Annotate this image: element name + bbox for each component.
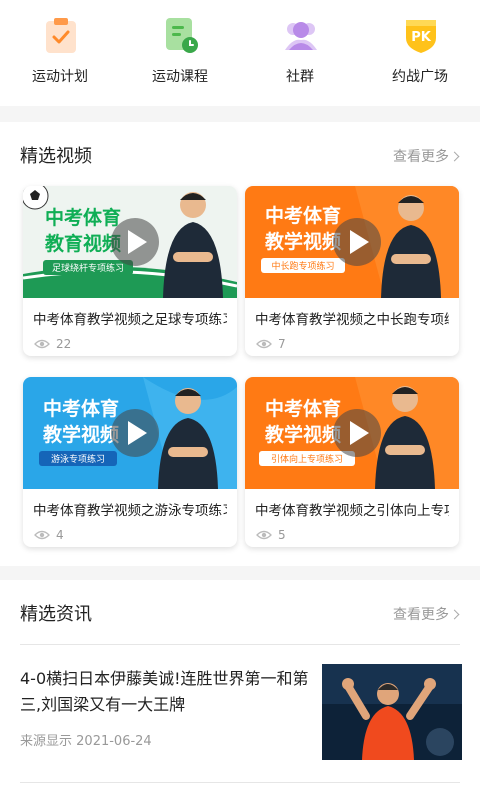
- video-title: 中考体育教学视频之足球专项练习: [33, 312, 227, 328]
- play-icon: [111, 409, 159, 457]
- view-count-value: 7: [278, 337, 286, 351]
- featured-news-section: 精选资讯 查看更多 4-0横扫日本伊藤美诚!连胜世界第一和第三,刘国梁又有一大王…: [0, 580, 480, 800]
- eye-icon: [256, 530, 272, 540]
- section-title: 精选视频: [20, 146, 92, 167]
- view-count: 7: [256, 337, 286, 351]
- video-thumbnail: 中考体育 教学视频 游泳专项练习: [23, 377, 237, 489]
- thumb-tag: 中长跑专项练习: [271, 260, 334, 272]
- pk-shield-icon: PK: [406, 20, 436, 53]
- nav-community[interactable]: 社群: [240, 0, 360, 106]
- play-icon: [333, 218, 381, 266]
- nav-label: 运动课程: [152, 69, 208, 85]
- news-date: 2021-06-24: [76, 734, 152, 749]
- eye-icon: [34, 339, 50, 349]
- news-meta: 来源显示 2021-06-24: [20, 730, 152, 749]
- news-title: 4-0横扫日本伊藤美诚!连胜世界第一和第三,刘国梁又有一大王牌: [20, 669, 309, 714]
- video-thumbnail: 中考体育 教学视频 引体向上专项练习: [245, 377, 459, 489]
- thumb-text-line1: 中考体育: [43, 397, 119, 420]
- thumb-text-line2: 教育视频: [45, 232, 121, 255]
- view-count: 22: [34, 337, 71, 351]
- news-source: 来源显示: [20, 734, 73, 749]
- view-count-value: 5: [278, 528, 286, 542]
- play-icon: [111, 218, 159, 266]
- view-count: 5: [256, 528, 286, 542]
- chevron-right-icon: [449, 609, 460, 620]
- clipboard-check-icon: [46, 18, 76, 53]
- video-card[interactable]: 中考体育 教育视频 足球绕杆专项练习 中考体育教学视频之足球专项练习 22: [23, 186, 237, 356]
- thumb-text-line2: 教学视频: [43, 423, 119, 446]
- nav-challenge-square[interactable]: PK 约战广场: [360, 0, 480, 106]
- video-card[interactable]: 中考体育 教学视频 中长跑专项练习 中考体育教学视频之中长跑专项练习 7: [245, 186, 459, 356]
- view-count-value: 22: [56, 337, 72, 351]
- chevron-right-icon: [449, 151, 460, 162]
- view-count: 4: [34, 528, 64, 542]
- view-more-label: 查看更多: [393, 607, 449, 623]
- nav-label: 社群: [286, 69, 314, 85]
- nav-exercise-plan[interactable]: 运动计划: [0, 0, 120, 106]
- thumb-text-line1: 中考体育: [265, 204, 341, 227]
- nav-exercise-course[interactable]: 运动课程: [120, 0, 240, 106]
- course-clock-icon: [166, 18, 198, 53]
- news-image: [322, 664, 462, 760]
- play-icon: [333, 409, 381, 457]
- soccer-ball-icon: [23, 186, 49, 210]
- video-thumbnail: 中考体育 教学视频 中长跑专项练习: [245, 186, 459, 298]
- video-title: 中考体育教学视频之引体向上专项练习: [255, 503, 449, 519]
- thumb-text-line1: 中考体育: [45, 206, 121, 229]
- view-more-videos-link[interactable]: 查看更多: [393, 146, 460, 166]
- video-thumbnail: 中考体育 教育视频 足球绕杆专项练习: [23, 186, 237, 298]
- thumb-text-line2: 教学视频: [265, 423, 341, 446]
- thumb-tag: 引体向上专项练习: [271, 453, 343, 465]
- news-item[interactable]: 4-0横扫日本伊藤美诚!连胜世界第一和第三,刘国梁又有一大王牌 来源显示 202…: [0, 644, 480, 794]
- quick-nav: 运动计划 运动课程 社群 PK 约战广场: [0, 0, 480, 106]
- thumb-text-line2: 教学视频: [265, 230, 341, 253]
- thumb-text-line1: 中考体育: [265, 397, 341, 420]
- eye-icon: [256, 339, 272, 349]
- community-people-icon: [285, 22, 317, 50]
- view-more-label: 查看更多: [393, 149, 449, 165]
- video-card[interactable]: 中考体育 教学视频 引体向上专项练习 中考体育教学视频之引体向上专项练习 5: [245, 377, 459, 547]
- thumb-tag: 游泳专项练习: [51, 453, 105, 465]
- video-title: 中考体育教学视频之中长跑专项练习: [255, 312, 449, 328]
- video-card[interactable]: 中考体育 教学视频 游泳专项练习 中考体育教学视频之游泳专项练习 4: [23, 377, 237, 547]
- eye-icon: [34, 530, 50, 540]
- divider: [20, 782, 460, 783]
- nav-label: 约战广场: [392, 69, 448, 85]
- video-title: 中考体育教学视频之游泳专项练习: [33, 503, 227, 519]
- view-more-news-link[interactable]: 查看更多: [393, 604, 460, 624]
- nav-label: 运动计划: [32, 69, 88, 85]
- section-title: 精选资讯: [20, 604, 92, 625]
- featured-videos-section: 精选视频 查看更多 中考体育 教育视频 足球绕杆专项练习 中考体育教学视频之足球…: [0, 122, 480, 566]
- thumb-tag: 足球绕杆专项练习: [52, 262, 124, 274]
- svg-text:PK: PK: [411, 30, 432, 45]
- view-count-value: 4: [56, 528, 64, 542]
